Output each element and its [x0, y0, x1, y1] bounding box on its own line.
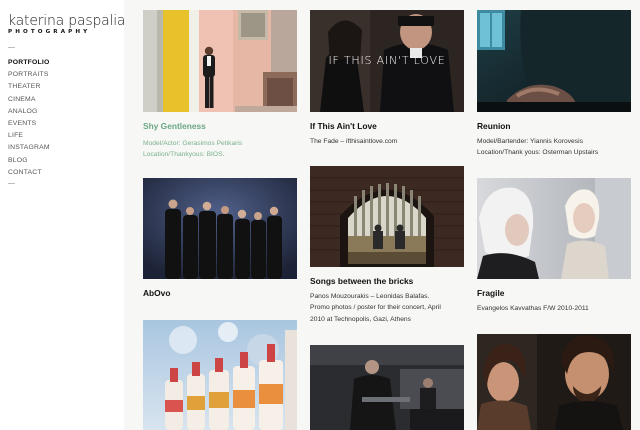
thumbnail-shy-gentleness[interactable] — [143, 10, 297, 112]
card-title[interactable]: Songs between the bricks — [310, 276, 413, 286]
description-line: 2010 at Technopolis, Gazi, Athens — [310, 315, 411, 323]
nav-item-contact[interactable]: CONTACT — [8, 167, 50, 179]
thumbnail-reunion[interactable] — [477, 10, 631, 112]
description-line: Location/Thank yous: Osterman Upstairs — [477, 149, 599, 157]
description-line: Location/Thankyous: BIOS. — [143, 151, 225, 159]
description-line: Evangelos Kavvathas F/W 2010-2011 — [477, 305, 589, 312]
site-logo[interactable]: katerina paspaliari PHOTOGRAPHY — [8, 13, 135, 35]
card-description: The Fade – ifthisaintlove.com — [310, 136, 397, 147]
card-title[interactable]: Reunion — [477, 121, 511, 131]
nav-item-life[interactable]: LIFE — [8, 130, 50, 142]
thumbnail-portraits[interactable] — [477, 334, 631, 430]
card-title[interactable]: AbOvo — [143, 288, 170, 298]
thumbnail-overlay-text: IF THIS AIN'T LOVE — [328, 54, 446, 67]
portfolio-grid: Shy Gentleness Model/Actor: Gerasimos Pe… — [124, 0, 640, 430]
divider — [8, 183, 15, 184]
description-line: Panos Mouzourakis – Leonidas Balafas. — [310, 293, 430, 300]
card-title[interactable]: Fragile — [477, 288, 504, 298]
nav-item-portraits[interactable]: PORTRAITS — [8, 69, 50, 81]
nav-item-blog[interactable]: BLOG — [8, 155, 50, 167]
sidebar: katerina paspaliari PHOTOGRAPHY PORTFOLI… — [0, 0, 135, 430]
card-description: Panos Mouzourakis – Leonidas Balafas. Pr… — [310, 291, 441, 325]
nav-item-theater[interactable]: THEATER — [8, 81, 50, 93]
thumbnail-fragile[interactable] — [477, 178, 631, 279]
description-line: Model/Bartender: Yiannis Korovesis — [477, 138, 583, 145]
nav-item-cinema[interactable]: CINEMA — [8, 94, 50, 106]
thumbnail-if-this-aint-love[interactable]: IF THIS AIN'T LOVE — [310, 10, 464, 112]
thumbnail-concert[interactable] — [310, 345, 464, 430]
card-title[interactable]: Shy Gentleness — [143, 121, 206, 131]
nav-item-events[interactable]: EVENTS — [8, 118, 50, 130]
card-description: Model/Bartender: Yiannis Korovesis Locat… — [477, 136, 598, 159]
divider — [8, 47, 15, 48]
nav-item-instagram[interactable]: INSTAGRAM — [8, 142, 50, 154]
description-line: Promo photos / poster for their concert,… — [310, 304, 441, 312]
nav-item-analog[interactable]: ANALOG — [8, 106, 50, 118]
description-line: Model/Actor: Gerasimos Petikaris — [143, 140, 243, 147]
logo-name: katerina paspaliari — [8, 13, 135, 29]
nav-item-portfolio[interactable]: PORTFOLIO — [8, 57, 50, 69]
card-description: Model/Actor: Gerasimos Petikaris Locatio… — [143, 138, 242, 161]
description-line: The Fade – ifthisaintlove.com — [310, 138, 398, 145]
thumbnail-abovo[interactable] — [143, 178, 297, 279]
thumbnail-songs-between-the-bricks[interactable] — [310, 166, 464, 267]
logo-subtitle: PHOTOGRAPHY — [8, 29, 91, 35]
card-description: Evangelos Kavvathas F/W 2010-2011 — [477, 303, 589, 314]
thumbnail-bottles[interactable] — [143, 320, 297, 430]
card-title[interactable]: If This Ain't Love — [310, 121, 377, 131]
main-nav: PORTFOLIO PORTRAITS THEATER CINEMA ANALO… — [8, 57, 50, 179]
